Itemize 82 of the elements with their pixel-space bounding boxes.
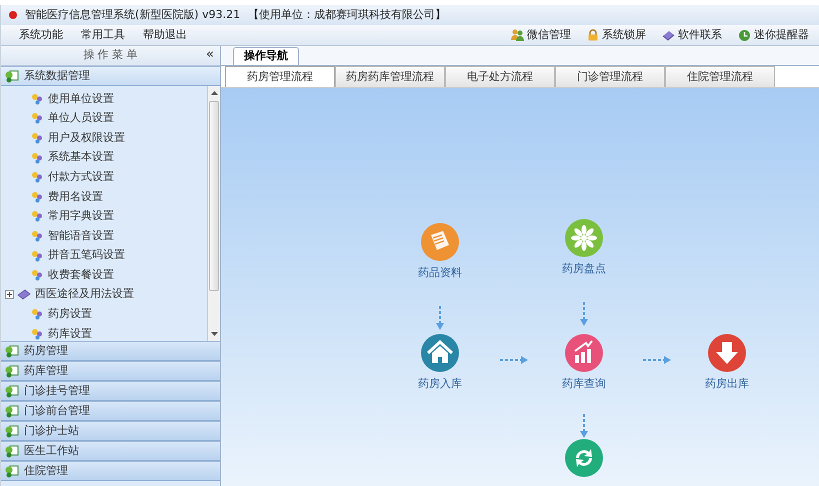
- flow-tab[interactable]: 药房药库管理流程: [335, 66, 445, 87]
- collapse-button[interactable]: «: [206, 47, 214, 63]
- menu-item[interactable]: 药房设置: [1, 304, 98, 324]
- menu-group-header[interactable]: 门诊挂号管理: [1, 381, 220, 401]
- settings-icon: [31, 190, 44, 203]
- menu-item[interactable]: 常用工具: [79, 26, 127, 44]
- menu-group-header[interactable]: 医生工作站: [1, 441, 220, 461]
- flow-tab[interactable]: 住院管理流程: [665, 66, 775, 87]
- people-icon: [511, 29, 524, 41]
- node-label[interactable]: 药品资料: [418, 265, 462, 282]
- settings-icon: [31, 92, 44, 105]
- scroll-down-icon[interactable]: [210, 332, 218, 337]
- toolbar-button[interactable]: 迷你提醒器: [736, 26, 811, 44]
- app-logo-icon: [9, 11, 17, 19]
- padlock-icon: [587, 29, 599, 41]
- group-icon: [5, 364, 19, 378]
- node-label[interactable]: 药房盘点: [562, 261, 606, 278]
- settings-icon: [31, 132, 44, 144]
- group-icon: [5, 464, 19, 478]
- menu-item[interactable]: 付款方式设置: [1, 167, 120, 187]
- settings-icon: [31, 328, 44, 340]
- panel-title: 操 作 菜 单: [83, 47, 138, 64]
- settings-icon: [31, 308, 44, 320]
- flower-icon[interactable]: [564, 218, 604, 258]
- connector-arrow: [500, 356, 528, 364]
- window-title: 智能医疗信息管理系统(新型医院版) v93.21: [25, 6, 240, 23]
- menu-item[interactable]: 西医途径及用法设置: [14, 284, 140, 305]
- settings-icon: [31, 269, 44, 282]
- connector-arrow: [580, 414, 588, 438]
- connector-arrow: [436, 306, 444, 330]
- menu-group-header[interactable]: 药库管理: [1, 361, 220, 381]
- menu-item[interactable]: 智能语音设置: [1, 226, 120, 246]
- settings-icon: [31, 230, 44, 242]
- group-icon: [5, 404, 19, 418]
- menu-item[interactable]: 拼音五笔码设置: [1, 246, 131, 266]
- node-label[interactable]: 药库查询: [562, 376, 606, 392]
- menu-group-header[interactable]: 门诊前台管理: [1, 401, 220, 421]
- menu-item[interactable]: 系统基本设置: [1, 148, 120, 168]
- menu-item[interactable]: 系统功能: [17, 26, 65, 44]
- group-icon: [5, 424, 19, 438]
- settings-icon: [31, 171, 44, 184]
- connector-arrow: [580, 302, 588, 326]
- settings-icon: [31, 112, 44, 124]
- clock-icon: [738, 28, 751, 42]
- flow-tab[interactable]: 门诊管理流程: [555, 66, 665, 87]
- group-icon: [5, 70, 19, 82]
- menu-item[interactable]: 费用名设置: [1, 186, 109, 207]
- node-label[interactable]: 药房出库: [705, 376, 749, 392]
- menu-item[interactable]: 药库设置: [1, 324, 98, 344]
- toolbar-button[interactable]: 微信管理: [509, 26, 573, 44]
- group-icon: [5, 384, 19, 398]
- menu-item[interactable]: 使用单位设置: [1, 89, 120, 109]
- menu-item[interactable]: 用户及权限设置: [1, 128, 131, 148]
- toolbar-button[interactable]: 系统锁屏: [585, 26, 648, 44]
- menu-item[interactable]: 帮助退出: [141, 26, 189, 44]
- menu-group-header[interactable]: 住院管理: [1, 461, 220, 481]
- recycle-icon[interactable]: [564, 438, 604, 478]
- settings-icon: [31, 250, 44, 262]
- menu-item[interactable]: 常用字典设置: [1, 206, 120, 226]
- toolbar-button[interactable]: 软件联系: [660, 26, 724, 44]
- house-icon[interactable]: [420, 333, 460, 373]
- node-label[interactable]: 药房入库: [418, 376, 462, 392]
- menu-item[interactable]: 单位人员设置: [1, 108, 120, 128]
- scroll-up-icon[interactable]: [210, 90, 218, 95]
- navigation-tab[interactable]: 操作导航: [233, 47, 299, 65]
- flow-tab[interactable]: 药房管理流程: [225, 66, 335, 87]
- expand-icon[interactable]: [5, 290, 14, 300]
- scrollbar[interactable]: [207, 86, 220, 341]
- chart-icon[interactable]: [564, 333, 604, 373]
- settings-icon: [31, 210, 44, 222]
- menu-group-header[interactable]: 系统数据管理: [1, 66, 220, 86]
- settings-icon: [31, 152, 44, 164]
- menu-group-header[interactable]: 门诊护士站: [1, 421, 220, 441]
- gem-icon: [662, 30, 675, 40]
- group-icon: [5, 444, 19, 458]
- unit-label: 【使用单位：成都赛珂琪科技有限公司】: [248, 6, 446, 23]
- menu-item[interactable]: 收费套餐设置: [1, 265, 120, 285]
- menu-group-header[interactable]: 药房管理: [1, 341, 220, 361]
- group-icon: [5, 344, 19, 358]
- document-icon[interactable]: [420, 222, 460, 262]
- connector-arrow: [643, 356, 671, 364]
- flow-tab[interactable]: 电子处方流程: [445, 66, 555, 87]
